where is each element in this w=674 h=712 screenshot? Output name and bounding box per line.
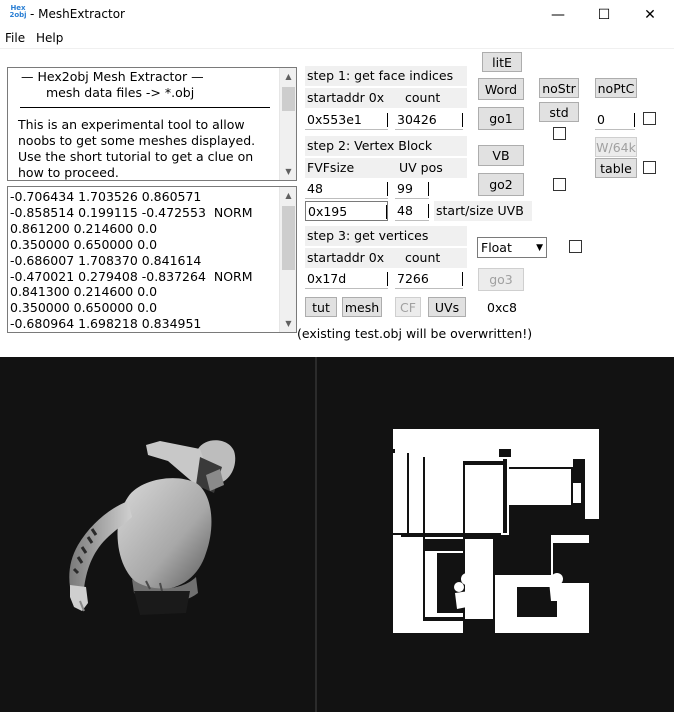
hex-readout: 0xc8 xyxy=(487,300,517,315)
table-button[interactable]: table xyxy=(595,158,637,178)
step3-label: step 3: get vertices xyxy=(305,226,467,246)
info-subheading: mesh data files -> *.obj xyxy=(46,85,195,100)
go2-checkbox[interactable] xyxy=(553,178,566,191)
table-checkbox[interactable] xyxy=(643,161,656,174)
minimize-button[interactable]: — xyxy=(535,0,581,30)
step1-header: startaddr 0x count xyxy=(305,88,467,108)
step3-addr-label: startaddr 0x xyxy=(307,250,385,265)
step3-addr-input[interactable]: 0x17d xyxy=(305,269,388,289)
list-item: -0.686007 1.708370 0.841614 xyxy=(10,252,202,268)
list-item: 0.350000 0.650000 0.0 xyxy=(10,300,158,316)
info-scrollbar[interactable]: ▲ ▼ xyxy=(279,68,296,180)
scroll-up-icon[interactable]: ▲ xyxy=(280,187,297,204)
maximize-button[interactable]: ☐ xyxy=(581,0,627,30)
list-item: 0.350000 0.650000 0.0 xyxy=(10,236,158,252)
side-value-checkbox[interactable] xyxy=(643,112,656,125)
vertex-data-list: -0.706434 1.703526 0.860571 -0.858514 0.… xyxy=(10,189,253,332)
overwrite-warning: (existing test.obj will be overwritten!) xyxy=(297,326,533,341)
info-line-4: how to proceed. xyxy=(18,165,119,180)
step3-count-input[interactable]: 7266 xyxy=(395,269,463,289)
app-icon-line2: 2obj xyxy=(9,11,27,19)
uvs-button[interactable]: UVs xyxy=(428,297,466,317)
uv-viewport[interactable] xyxy=(317,357,674,712)
side-value-input[interactable]: 0 xyxy=(595,110,635,130)
format-checkbox[interactable] xyxy=(569,240,582,253)
window-title: - MeshExtractor xyxy=(30,7,125,21)
vertex-data-panel[interactable]: -0.706434 1.703526 0.860571 -0.858514 0.… xyxy=(7,186,297,333)
go2-button[interactable]: go2 xyxy=(478,173,524,196)
menu-file[interactable]: File xyxy=(5,31,25,45)
list-item: 0.861200 0.214600 0.0 xyxy=(10,220,158,236)
vb-button[interactable]: VB xyxy=(478,145,524,166)
step2-header: FVFsize UV pos xyxy=(305,158,467,178)
info-line-3: Use the short tutorial to get a clue on xyxy=(18,149,254,164)
tut-button[interactable]: tut xyxy=(305,297,337,317)
list-item: -0.858514 0.199115 -0.472553 NORM xyxy=(10,204,253,220)
uv-pos-label: UV pos xyxy=(399,160,443,175)
mesh-button[interactable]: mesh xyxy=(342,297,382,317)
list-item: -0.470021 0.279408 -0.837264 NORM xyxy=(10,268,253,284)
std-checkbox[interactable] xyxy=(553,127,566,140)
std-button[interactable]: std xyxy=(539,102,579,122)
list-item: 0.841300 0.214600 0.0 xyxy=(10,284,158,300)
uvb-size-input[interactable]: 48 xyxy=(395,201,429,221)
fvf-size-input[interactable]: 48 xyxy=(305,179,388,199)
lite-button[interactable]: litE xyxy=(482,52,522,72)
step3-count-label: count xyxy=(405,250,441,265)
format-select-value: Float xyxy=(481,240,512,255)
go1-button[interactable]: go1 xyxy=(478,107,524,130)
maximize-icon: ☐ xyxy=(597,7,611,23)
uvb-start-input[interactable]: 0x195 xyxy=(305,201,388,221)
menu-bar xyxy=(0,30,674,49)
close-icon: ✕ xyxy=(644,7,656,23)
info-divider xyxy=(20,107,270,108)
scroll-up-icon[interactable]: ▲ xyxy=(280,68,297,85)
w64k-button[interactable]: W/64k xyxy=(595,137,637,157)
app-icon: Hex 2obj xyxy=(8,5,28,25)
list-item: -0.680964 1.698218 0.834951 xyxy=(10,316,202,332)
step1-count-label: count xyxy=(405,90,441,105)
list-item: -0.706434 1.703526 0.860571 xyxy=(10,189,202,204)
chevron-down-icon: ▼ xyxy=(536,243,543,253)
scroll-down-icon[interactable]: ▼ xyxy=(280,163,297,180)
go3-button[interactable]: go3 xyxy=(478,268,524,291)
cf-button[interactable]: CF xyxy=(395,297,421,317)
info-line-1: This is an experimental tool to allow xyxy=(18,117,245,132)
format-select[interactable]: Float ▼ xyxy=(477,237,547,258)
mesh-figure xyxy=(69,440,236,615)
word-button[interactable]: Word xyxy=(478,78,524,100)
info-panel: — Hex2obj Mesh Extractor — mesh data fil… xyxy=(7,67,297,181)
step2-label: step 2: Vertex Block xyxy=(305,136,467,156)
scroll-down-icon[interactable]: ▼ xyxy=(280,315,297,332)
step1-label: step 1: get face indices xyxy=(305,66,467,86)
info-line-2: noobs to get some meshes displayed. xyxy=(18,133,256,148)
uv-pos-input[interactable]: 99 xyxy=(395,179,429,199)
nostr-button[interactable]: noStr xyxy=(539,78,579,98)
uvb-label: start/size UVB xyxy=(434,201,532,221)
scroll-thumb[interactable] xyxy=(282,206,295,270)
info-heading: — Hex2obj Mesh Extractor — xyxy=(21,69,204,84)
menu-help[interactable]: Help xyxy=(36,31,63,45)
data-scrollbar[interactable]: ▲ ▼ xyxy=(279,187,296,332)
mesh-viewport[interactable] xyxy=(0,357,315,712)
scroll-thumb[interactable] xyxy=(282,87,295,111)
step1-count-input[interactable]: 30426 xyxy=(395,110,463,130)
close-button[interactable]: ✕ xyxy=(627,0,673,30)
fvf-size-label: FVFsize xyxy=(307,160,355,175)
noptc-button[interactable]: noPtC xyxy=(595,78,637,98)
step1-addr-input[interactable]: 0x553e1 xyxy=(305,110,388,130)
step3-header: startaddr 0x count xyxy=(305,248,467,268)
minimize-icon: — xyxy=(551,7,565,23)
step1-addr-label: startaddr 0x xyxy=(307,90,385,105)
